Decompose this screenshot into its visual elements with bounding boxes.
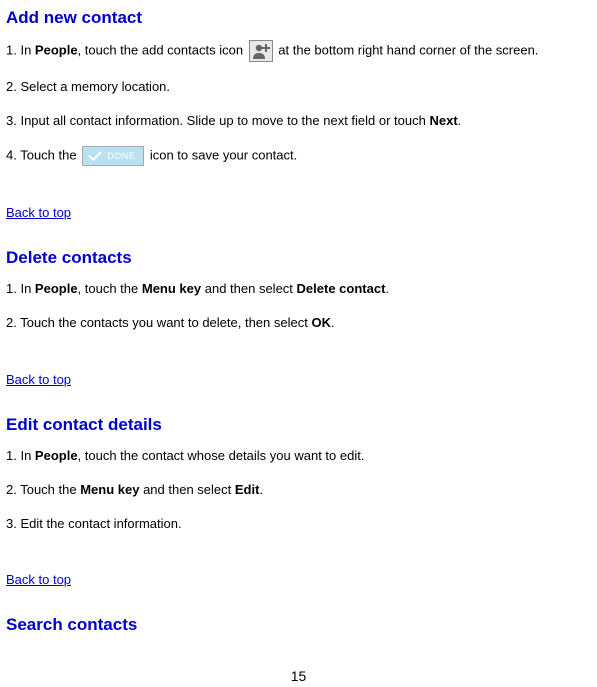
add-contacts-icon (249, 40, 273, 62)
back-to-top-link[interactable]: Back to top (6, 571, 71, 589)
text-bold-menu-key: Menu key (80, 482, 139, 497)
delete-step-1: 1. In People, touch the Menu key and the… (6, 280, 591, 298)
text-bold-people: People (35, 281, 78, 296)
text-bold-delete-contact: Delete contact (297, 281, 386, 296)
add-step-2: 2. Select a memory location. (6, 78, 591, 96)
text: 1. In (6, 448, 35, 463)
add-step-3: 3. Input all contact information. Slide … (6, 112, 591, 130)
text: icon to save your contact. (146, 148, 297, 163)
text: 4. Touch the (6, 148, 80, 163)
text: 2. Touch the contacts you want to delete… (6, 315, 311, 330)
text: . (331, 315, 335, 330)
back-to-top-link[interactable]: Back to top (6, 204, 71, 222)
edit-step-2: 2. Touch the Menu key and then select Ed… (6, 481, 591, 499)
text: , touch the contact whose details you wa… (78, 448, 365, 463)
text: , touch the (78, 281, 142, 296)
heading-delete-contacts: Delete contacts (6, 246, 591, 270)
text-bold-people: People (35, 42, 78, 57)
text-bold-people: People (35, 448, 78, 463)
text: . (385, 281, 389, 296)
back-to-top-link[interactable]: Back to top (6, 371, 71, 389)
heading-search-contacts: Search contacts (6, 613, 591, 637)
text: at the bottom right hand corner of the s… (275, 42, 539, 57)
delete-step-2: 2. Touch the contacts you want to delete… (6, 314, 591, 332)
text: . (458, 113, 462, 128)
page-number: 15 (6, 667, 591, 687)
text-bold-ok: OK (311, 315, 331, 330)
text: and then select (201, 281, 296, 296)
text-bold-edit: Edit (235, 482, 260, 497)
text-bold-next: Next (429, 113, 457, 128)
text: 2. Touch the (6, 482, 80, 497)
edit-step-3: 3. Edit the contact information. (6, 515, 591, 533)
text: 3. Input all contact information. Slide … (6, 113, 429, 128)
text: . (259, 482, 263, 497)
add-step-4: 4. Touch the icon to save your contact. (6, 146, 591, 166)
done-icon (82, 146, 144, 166)
heading-edit-contact-details: Edit contact details (6, 413, 591, 437)
text: , touch the add contacts icon (78, 42, 247, 57)
heading-add-new-contact: Add new contact (6, 6, 591, 30)
text: and then select (139, 482, 234, 497)
text: 1. In (6, 42, 35, 57)
add-step-1: 1. In People, touch the add contacts ico… (6, 40, 591, 62)
edit-step-1: 1. In People, touch the contact whose de… (6, 447, 591, 465)
text-bold-menu-key: Menu key (142, 281, 201, 296)
text: 1. In (6, 281, 35, 296)
